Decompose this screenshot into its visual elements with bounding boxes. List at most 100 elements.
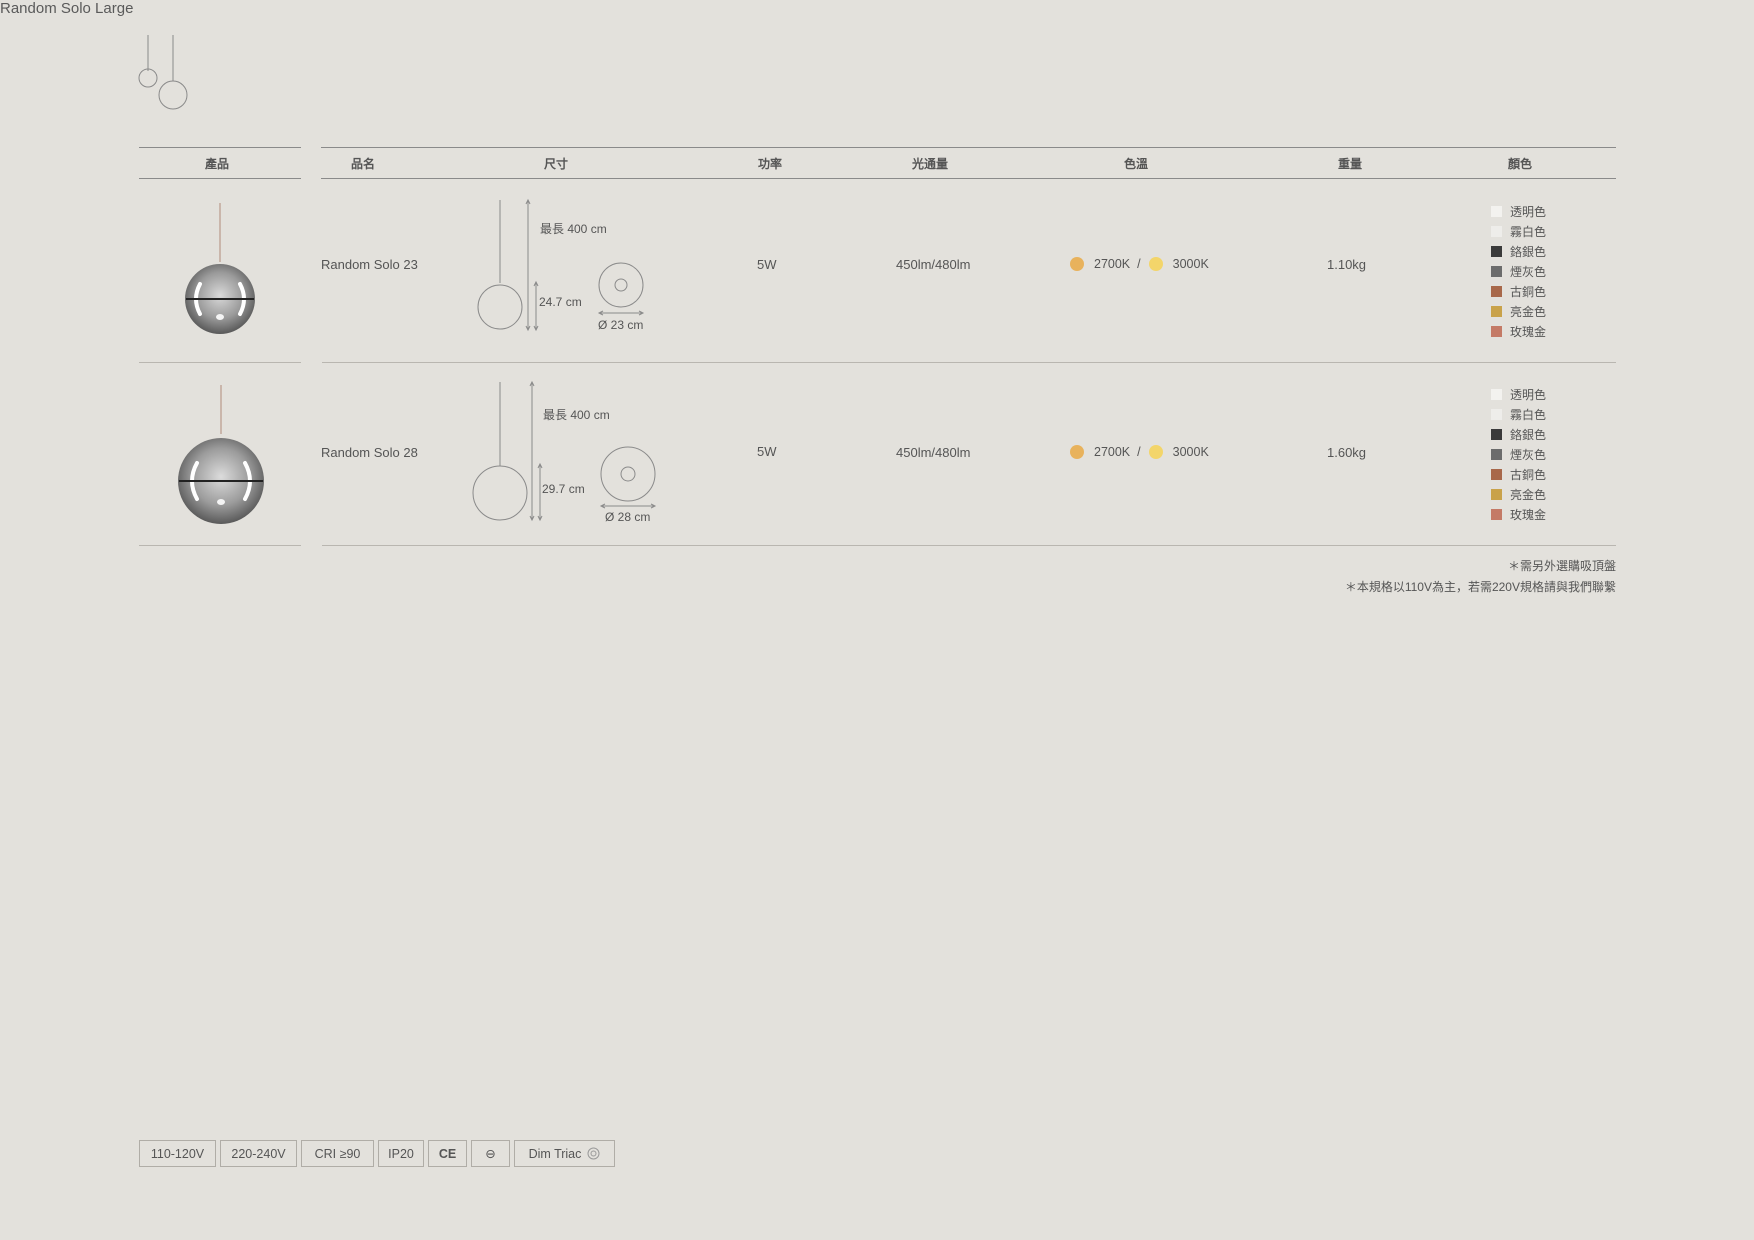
row1-weight: 1.10kg: [1327, 257, 1367, 272]
finish-item: 玫瑰金: [1491, 321, 1546, 341]
finish-swatch: [1491, 508, 1502, 520]
spec-badges: 110-120V 220-240V CRI ≥90 IP20 CE ⊖ Dim …: [139, 1140, 615, 1167]
row1-name: Random Solo 23: [321, 257, 418, 272]
badge-dim-triac-label: Dim Triac: [528, 1146, 582, 1161]
finish-label: 玫瑰金: [1510, 324, 1547, 339]
row2-power: 5W: [757, 444, 777, 459]
finish-swatch: [1491, 265, 1502, 277]
neutral-light-icon: [1148, 445, 1163, 459]
finish-item: 亮金色: [1491, 484, 1546, 504]
finish-label: 古銅色: [1510, 467, 1547, 482]
badge-cri: CRI ≥90: [301, 1140, 374, 1167]
finish-swatch: [1491, 468, 1502, 480]
finish-swatch: [1491, 428, 1502, 440]
row1-temp-sep: /: [1137, 257, 1141, 271]
row2-temp-a: 2700K: [1094, 445, 1131, 459]
table-bottom-line-right: [322, 545, 1616, 546]
row2-lumen: 450lm/480lm: [896, 445, 971, 460]
dimmer-icon: [587, 1147, 600, 1160]
header-product: 產品: [204, 157, 229, 171]
finish-label: 鉻銀色: [1510, 244, 1547, 259]
row2-weight: 1.60kg: [1327, 445, 1367, 460]
row2-name: Random Solo 28: [321, 445, 418, 460]
row1-diameter: Ø 23 cm: [598, 318, 644, 332]
row1-color-temp: 2700K / 3000K: [1070, 257, 1209, 271]
note-ceiling-canopy: ＊需另外選購吸頂盤: [1507, 559, 1616, 573]
header-size: 尺寸: [543, 157, 568, 171]
finish-label: 霧白色: [1510, 224, 1547, 239]
finish-swatch: [1491, 205, 1502, 217]
finish-label: 霧白色: [1510, 407, 1547, 422]
finish-swatch: [1491, 225, 1502, 237]
badge-110-120v: 110-120V: [139, 1140, 216, 1167]
pendant-logo-icon: [138, 35, 188, 110]
badge-ip20: IP20: [378, 1140, 424, 1167]
header-top-line-right: [321, 147, 1616, 148]
row1-temp-a: 2700K: [1094, 257, 1131, 271]
finish-label: 古銅色: [1510, 284, 1547, 299]
row2-size-diagram: [472, 380, 657, 522]
header-power: 功率: [757, 157, 782, 171]
header-color-temp: 色溫: [1123, 157, 1148, 171]
finish-item: 煙灰色: [1491, 261, 1546, 281]
row2-color-temp: 2700K / 3000K: [1070, 445, 1209, 459]
row2-height: 29.7 cm: [542, 482, 585, 496]
finish-item: 古銅色: [1491, 464, 1546, 484]
header-bottom-line-left: [139, 178, 301, 179]
row1-finish-list: 透明色霧白色鉻銀色煙灰色古銅色亮金色玫瑰金: [1491, 201, 1546, 341]
row2-diameter: Ø 28 cm: [605, 510, 651, 524]
safety-mark-icon: ⊖: [471, 1140, 510, 1167]
finish-item: 鉻銀色: [1491, 424, 1546, 444]
finish-label: 亮金色: [1510, 304, 1547, 319]
note-voltage: ＊本規格以110V為主，若需220V規格請與我們聯繫: [1344, 580, 1616, 594]
finish-swatch: [1491, 285, 1502, 297]
finish-item: 透明色: [1491, 384, 1546, 404]
finish-swatch: [1491, 408, 1502, 420]
header-weight: 重量: [1337, 157, 1362, 171]
warm-light-icon: [1070, 257, 1084, 271]
row1-lumen: 450lm/480lm: [896, 257, 971, 272]
neutral-light-icon: [1148, 257, 1163, 271]
badge-dim-triac: Dim Triac: [514, 1140, 615, 1167]
finish-item: 亮金色: [1491, 301, 1546, 321]
finish-swatch: [1491, 488, 1502, 500]
header-name: 品名: [350, 157, 375, 171]
header-color: 顏色: [1507, 157, 1532, 171]
finish-label: 煙灰色: [1510, 264, 1547, 279]
finish-label: 鉻銀色: [1510, 427, 1547, 442]
product-image-solo-23: [185, 203, 255, 334]
finish-item: 鉻銀色: [1491, 241, 1546, 261]
row1-power: 5W: [757, 257, 777, 272]
warm-light-icon: [1070, 445, 1084, 459]
product-image-solo-28: [178, 385, 264, 524]
finish-item: 霧白色: [1491, 221, 1546, 241]
finish-swatch: [1491, 448, 1502, 460]
finish-item: 透明色: [1491, 201, 1546, 221]
badge-220-240v: 220-240V: [220, 1140, 297, 1167]
finish-swatch: [1491, 305, 1502, 317]
finish-label: 透明色: [1510, 387, 1547, 402]
row1-max-length: 最長 400 cm: [540, 222, 607, 236]
row2-temp-b: 3000K: [1172, 445, 1209, 459]
header-top-line-left: [139, 147, 301, 148]
finish-item: 古銅色: [1491, 281, 1546, 301]
finish-swatch: [1491, 245, 1502, 257]
row-divider-right: [322, 362, 1616, 363]
finish-swatch: [1491, 388, 1502, 400]
row1-height: 24.7 cm: [539, 295, 582, 309]
finish-item: 霧白色: [1491, 404, 1546, 424]
row2-max-length: 最長 400 cm: [543, 408, 610, 422]
finish-label: 煙灰色: [1510, 447, 1547, 462]
header-bottom-line-right: [321, 178, 1616, 179]
finish-item: 煙灰色: [1491, 444, 1546, 464]
finish-item: 玫瑰金: [1491, 504, 1546, 524]
page-title: Random Solo Large: [0, 0, 134, 17]
finish-swatch: [1491, 325, 1502, 337]
finish-label: 亮金色: [1510, 487, 1547, 502]
row1-temp-b: 3000K: [1172, 257, 1209, 271]
table-bottom-line-left: [139, 545, 301, 546]
row2-finish-list: 透明色霧白色鉻銀色煙灰色古銅色亮金色玫瑰金: [1491, 384, 1546, 524]
finish-label: 透明色: [1510, 204, 1547, 219]
row2-temp-sep: /: [1137, 445, 1141, 459]
finish-label: 玫瑰金: [1510, 507, 1547, 522]
